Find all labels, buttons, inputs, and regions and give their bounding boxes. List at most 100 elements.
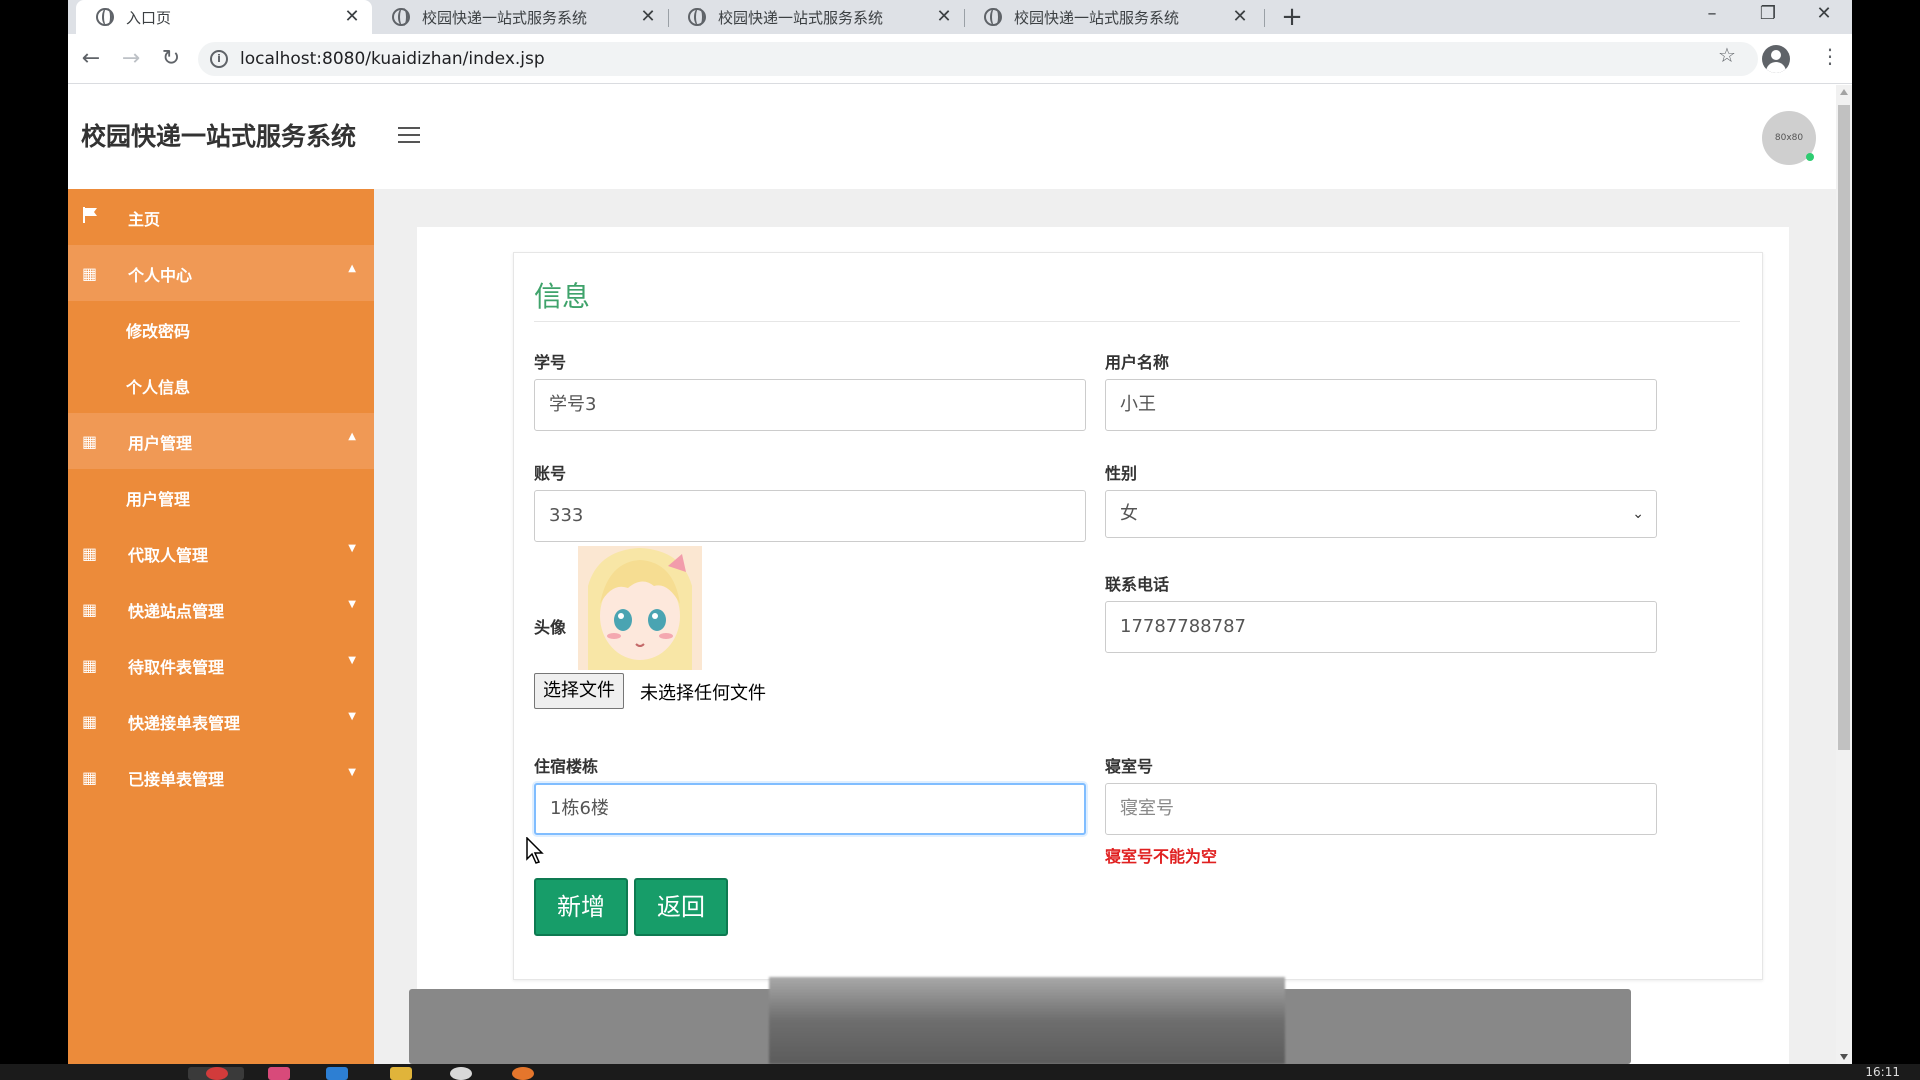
sidebar-group-user-management[interactable]: ▦ 用户管理 ▲ [68,413,374,469]
hamburger-menu-icon[interactable] [398,127,420,145]
close-tab-icon[interactable]: ✕ [342,6,362,27]
add-button[interactable]: 新增 [534,878,628,936]
username-label: 用户名称 [1105,353,1170,372]
taskbar-app-icon[interactable] [512,1067,534,1080]
grid-icon: ▦ [82,600,98,619]
caret-down-icon: ▼ [348,543,356,554]
sidebar-subitem-personal-info[interactable]: 个人信息 [68,357,374,413]
student-id-input[interactable]: 学号3 [534,379,1086,431]
address-bar[interactable]: i localhost:8080/kuaidizhan/index.jsp [198,42,1758,76]
profile-icon[interactable] [1762,45,1790,73]
bookmark-star-icon[interactable]: ☆ [1718,43,1736,67]
browser-window: 入口页 ✕ 校园快递一站式服务系统 ✕ 校园快递一站式服务系统 ✕ 校园快递一站… [68,0,1852,1064]
forward-icon[interactable]: → [116,44,146,74]
grid-icon: ▦ [82,544,98,563]
tab-system-2[interactable]: 校园快递一站式服务系统 ✕ [668,0,964,34]
close-tab-icon[interactable]: ✕ [934,6,954,27]
app-header: 校园快递一站式服务系统 80x80 [68,85,1836,189]
grid-icon: ▦ [82,712,98,731]
sidebar-item-label: 个人信息 [126,378,191,397]
url-text[interactable]: localhost:8080/kuaidizhan/index.jsp [240,49,545,69]
browser-toolbar: ← → ↻ i localhost:8080/kuaidizhan/index.… [68,34,1852,84]
page-viewport: 校园快递一站式服务系统 80x80 主页 ▦ 个人中心 ▲ 修改密码 个人信息 … [68,85,1836,1064]
screen: 入口页 ✕ 校园快递一站式服务系统 ✕ 校园快递一站式服务系统 ✕ 校园快递一站… [0,0,1920,1080]
scroll-up-arrow-icon[interactable] [1840,89,1848,95]
menu-kebab-icon[interactable]: ⋮ [1820,44,1840,68]
tab-system-3[interactable]: 校园快递一站式服务系统 ✕ [964,0,1260,34]
sidebar-item-label: 用户管理 [128,434,193,453]
tab-title: 入口页 [126,8,172,27]
close-tab-icon[interactable]: ✕ [638,6,658,27]
grid-icon: ▦ [82,656,98,675]
flag-icon [83,207,97,223]
globe-icon [392,8,410,26]
dorm-building-input[interactable]: 1栋6楼 [534,783,1086,835]
username-input[interactable]: 小王 [1105,379,1657,431]
back-button[interactable]: 返回 [634,878,728,936]
taskbar-app-icon[interactable] [326,1067,348,1080]
clock-time: 16:11 [1865,1065,1900,1079]
caret-down-icon: ▼ [348,655,356,666]
anime-girl-illustration [578,546,702,670]
sidebar-group-personal-center[interactable]: ▦ 个人中心 ▲ [68,245,374,301]
form-title: 信息 [534,280,591,313]
globe-icon [96,8,114,26]
avatar-placeholder-text: 80x80 [1774,133,1804,143]
page-scrollbar[interactable] [1836,85,1852,1064]
gender-select[interactable]: 女 ⌄ [1105,490,1657,538]
sidebar-item-home[interactable]: 主页 [68,189,374,245]
mouse-cursor-icon [526,837,544,864]
gender-label: 性别 [1105,464,1138,483]
tab-title: 校园快递一站式服务系统 [718,8,884,27]
sidebar-item-label: 代取人管理 [128,546,209,565]
choose-file-button[interactable]: 选择文件 [534,673,624,709]
avatar-label: 头像 [534,618,567,637]
minimize-icon[interactable]: – [1684,0,1740,30]
user-avatar[interactable]: 80x80 [1762,111,1816,165]
close-tab-icon[interactable]: ✕ [1230,6,1250,27]
sidebar: 主页 ▦ 个人中心 ▲ 修改密码 个人信息 ▦ 用户管理 ▲ 用户管理 ▦ 代取… [68,189,374,1064]
back-icon[interactable]: ← [76,44,106,74]
avatar-preview-image [578,546,702,670]
caret-down-icon: ▼ [348,599,356,610]
caret-down-icon: ▼ [348,767,356,778]
sidebar-group-pending-pickup[interactable]: ▦ 待取件表管理 ▼ [68,637,374,693]
sidebar-item-label: 快递站点管理 [128,602,225,621]
account-label: 账号 [534,464,567,483]
chevron-down-icon: ⌄ [1632,506,1644,522]
new-tab-icon[interactable]: + [1278,2,1306,32]
tab-system-1[interactable]: 校园快递一站式服务系统 ✕ [372,0,668,34]
tab-divider [1264,9,1265,27]
scrollbar-thumb[interactable] [1838,105,1850,750]
close-window-icon[interactable]: ✕ [1796,0,1852,30]
phone-label: 联系电话 [1105,575,1170,594]
sidebar-item-label: 已接单表管理 [128,770,225,789]
sidebar-group-agent-management[interactable]: ▦ 代取人管理 ▼ [68,525,374,581]
caret-up-icon: ▲ [348,263,356,274]
sidebar-subitem-user-management[interactable]: 用户管理 [68,469,374,525]
account-input[interactable]: 333 [534,490,1086,542]
room-no-label: 寝室号 [1105,757,1154,776]
restore-icon[interactable]: ❐ [1740,0,1796,30]
folder-icon[interactable] [390,1067,412,1080]
tab-title: 校园快递一站式服务系统 [422,8,588,27]
chrome-icon[interactable] [206,1067,228,1080]
room-no-input[interactable]: 寝室号 [1105,783,1657,835]
sidebar-group-station-management[interactable]: ▦ 快递站点管理 ▼ [68,581,374,637]
app-title: 校园快递一站式服务系统 [81,122,357,151]
sidebar-item-label: 快递接单表管理 [128,714,241,733]
room-no-error: 寝室号不能为空 [1105,847,1218,866]
sidebar-group-accepted-orders[interactable]: ▦ 已接单表管理 ▼ [68,749,374,805]
student-id-label: 学号 [534,353,567,372]
taskbar-app-icon[interactable] [450,1067,472,1080]
phone-input[interactable]: 17787788787 [1105,601,1657,653]
reload-icon[interactable]: ↻ [156,44,186,74]
sidebar-subitem-change-password[interactable]: 修改密码 [68,301,374,357]
tab-entry[interactable]: 入口页 ✕ [76,0,372,34]
sidebar-item-label: 修改密码 [126,322,191,341]
tab-strip: 入口页 ✕ 校园快递一站式服务系统 ✕ 校园快递一站式服务系统 ✕ 校园快递一站… [68,0,1852,34]
scroll-down-arrow-icon[interactable] [1840,1054,1848,1060]
site-info-icon[interactable]: i [210,50,228,68]
sidebar-group-order-taking[interactable]: ▦ 快递接单表管理 ▼ [68,693,374,749]
taskbar-app-icon[interactable] [268,1067,290,1080]
